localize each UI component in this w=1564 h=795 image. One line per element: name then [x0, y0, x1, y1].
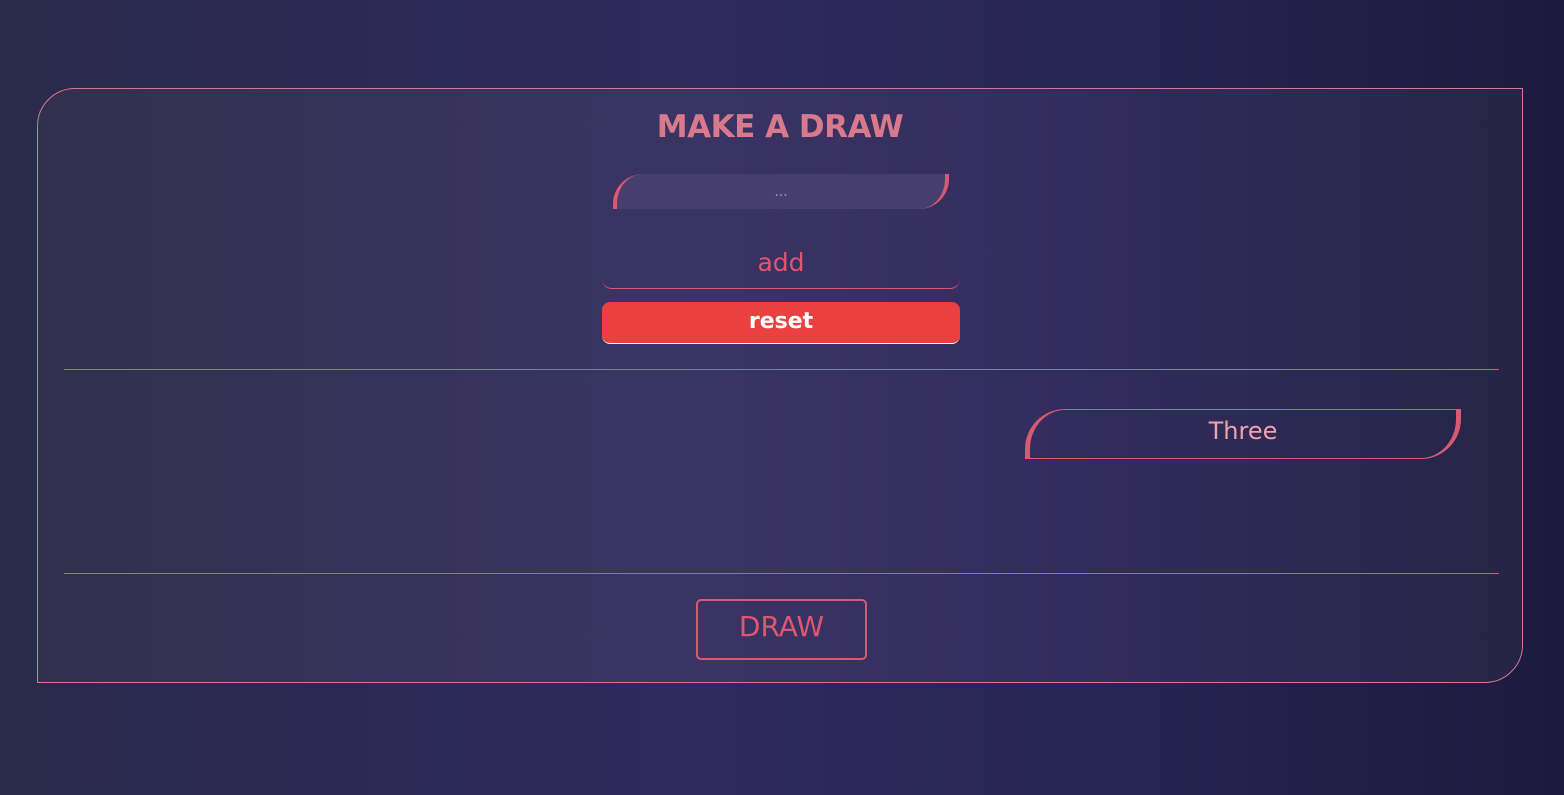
divider-bottom	[64, 573, 1499, 574]
entry-name-input[interactable]	[613, 174, 949, 209]
draw-card: MAKE A DRAW add reset Three DRAW	[37, 88, 1523, 683]
page-title: MAKE A DRAW	[656, 109, 904, 145]
divider-top	[64, 369, 1499, 370]
entry-item: Three	[1025, 409, 1461, 459]
draw-button[interactable]: DRAW	[696, 599, 867, 660]
reset-button[interactable]: reset	[602, 302, 960, 344]
add-button[interactable]: add	[602, 237, 960, 289]
